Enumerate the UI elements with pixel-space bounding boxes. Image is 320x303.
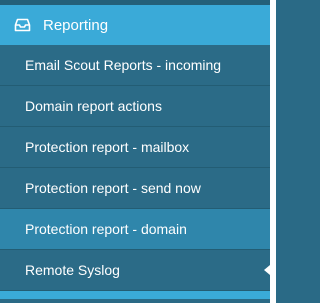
menu-item-email-scout-reports-incoming[interactable]: Email Scout Reports - incoming — [0, 45, 270, 86]
menu-item-domain-report-actions[interactable]: Domain report actions — [0, 86, 270, 127]
menu-item-protection-report-send-now[interactable]: Protection report - send now — [0, 168, 270, 209]
menu-item-label: Protection report - mailbox — [25, 139, 190, 155]
sidebar-bottom-strip — [0, 291, 270, 299]
menu-item-remote-syslog[interactable]: Remote Syslog — [0, 250, 270, 291]
content-area-edge — [270, 0, 276, 303]
menu-item-label: Domain report actions — [25, 98, 162, 114]
reporting-menu: Email Scout Reports - incoming Domain re… — [0, 45, 270, 291]
menu-item-label: Remote Syslog — [25, 262, 120, 278]
menu-item-protection-report-mailbox[interactable]: Protection report - mailbox — [0, 127, 270, 168]
section-header-reporting[interactable]: Reporting — [0, 5, 270, 45]
sidebar: Reporting Email Scout Reports - incoming… — [0, 0, 270, 303]
inbox-icon — [14, 18, 31, 32]
menu-item-label: Protection report - send now — [25, 180, 201, 196]
menu-item-protection-report-domain[interactable]: Protection report - domain — [0, 209, 270, 250]
menu-item-label: Email Scout Reports - incoming — [25, 57, 222, 73]
section-title: Reporting — [43, 16, 109, 34]
menu-item-label: Protection report - domain — [25, 221, 187, 237]
